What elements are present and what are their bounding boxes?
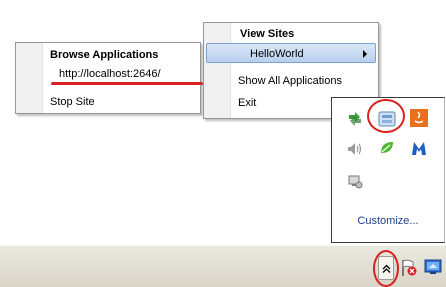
network-icon[interactable]: [346, 172, 364, 190]
menu-separator: [234, 68, 375, 69]
show-all-applications-label: Show All Applications: [238, 75, 342, 87]
menu-item-stop-site[interactable]: Stop Site: [16, 92, 200, 112]
red-underline-annotation: [51, 82, 203, 85]
helloworld-label: HelloWorld: [250, 48, 304, 60]
menu-separator: [46, 90, 197, 91]
view-sites-title: View Sites: [240, 28, 295, 40]
green-arrows-icon[interactable]: [346, 110, 364, 128]
menu-item-helloworld[interactable]: HelloWorld: [206, 43, 376, 63]
red-circle-annotation: [367, 99, 405, 133]
action-center-flag-icon[interactable]: [399, 258, 417, 276]
menu-item-show-all-applications[interactable]: Show All Applications: [204, 71, 378, 91]
view-sites-header: View Sites: [204, 24, 378, 44]
stop-site-label: Stop Site: [50, 96, 95, 108]
menu-item-localhost-url[interactable]: http://localhost:2646/: [16, 64, 200, 84]
malwarebytes-icon[interactable]: [410, 139, 428, 157]
customize-link[interactable]: Customize...: [332, 215, 444, 227]
monitor-icon[interactable]: [424, 258, 442, 276]
red-circle-annotation: [373, 250, 399, 287]
browse-applications-menu: Browse Applications http://localhost:264…: [15, 42, 203, 114]
speaker-icon[interactable]: [346, 140, 364, 158]
java-icon[interactable]: [410, 109, 428, 127]
leaf-icon[interactable]: [378, 139, 396, 157]
exit-label: Exit: [238, 97, 257, 109]
browse-applications-header: Browse Applications: [16, 45, 200, 65]
browse-applications-title: Browse Applications: [50, 49, 159, 61]
localhost-url-label: http://localhost:2646/: [59, 68, 161, 80]
submenu-arrow-icon: [363, 50, 367, 58]
